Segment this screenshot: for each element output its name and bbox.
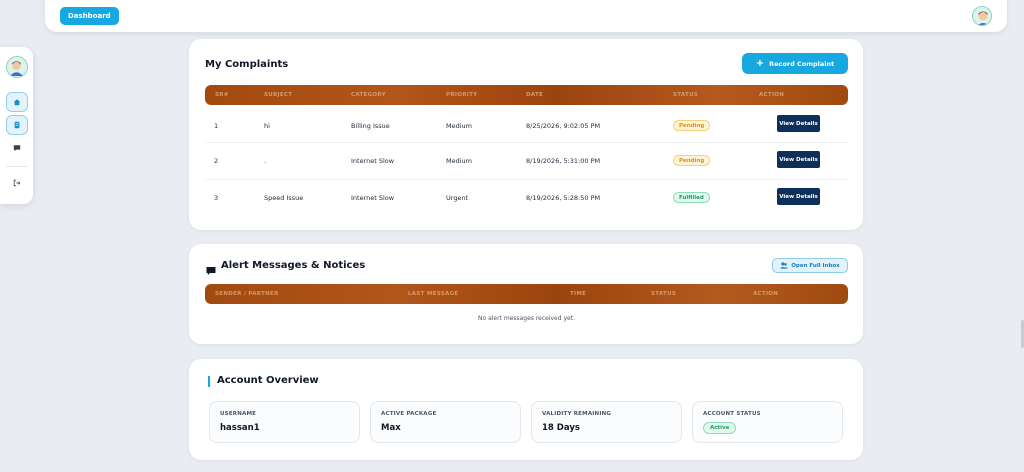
status-badge: Active <box>703 422 737 434</box>
cell-sr: 1 <box>214 122 219 130</box>
title-accent-bar <box>208 376 210 387</box>
column-header: ACTION <box>759 92 785 98</box>
stat-package: ACTIVE PACKAGE Max <box>370 401 521 443</box>
cell-category: Billing Issue <box>351 122 390 130</box>
sidebar-item-logout[interactable] <box>6 173 28 193</box>
column-header: CATEGORY <box>351 92 386 98</box>
record-complaint-button[interactable]: + Record Complaint <box>742 53 848 74</box>
cell-subject: hi <box>264 122 270 130</box>
cell-category: Internet Slow <box>351 157 395 165</box>
account-title: Account Overview <box>217 375 319 386</box>
alerts-title: Alert Messages & Notices <box>221 260 366 271</box>
document-icon <box>14 121 20 129</box>
stat-validity: VALIDITY REMAINING 18 Days <box>531 401 682 443</box>
cell-priority: Medium <box>446 122 472 130</box>
chat-icon <box>206 261 216 280</box>
top-bar: Dashboard <box>45 0 1007 32</box>
logout-icon <box>13 179 21 187</box>
cell-subject: Speed Issue <box>264 194 304 202</box>
sidebar-item-messages[interactable] <box>6 138 28 158</box>
row-divider <box>205 179 848 180</box>
status-badge: Pending <box>673 120 711 131</box>
dashboard-button[interactable]: Dashboard <box>60 7 119 25</box>
stat-account-status: ACCOUNT STATUS Active <box>692 401 843 443</box>
open-inbox-button[interactable]: Open Full Inbox <box>772 258 848 273</box>
column-header: LAST MESSAGE <box>408 291 459 297</box>
cell-date: 8/19/2026, 5:28:50 PM <box>526 194 601 202</box>
cell-priority: Medium <box>446 157 472 165</box>
sidebar <box>0 47 33 204</box>
complaints-table-header: SR# SUBJECT CATEGORY PRIORITY DATE STATU… <box>205 85 848 105</box>
column-header: DATE <box>526 92 544 98</box>
sidebar-item-home[interactable] <box>6 92 28 112</box>
stat-value: Max <box>381 423 401 433</box>
view-details-button[interactable]: View Details <box>777 188 820 205</box>
stat-label: ACCOUNT STATUS <box>703 411 761 417</box>
view-details-button[interactable]: View Details <box>777 151 820 168</box>
cell-sr: 3 <box>214 194 219 202</box>
record-complaint-label: Record Complaint <box>769 59 835 68</box>
stat-username: USERNAME hassan1 <box>209 401 360 443</box>
home-icon <box>13 99 21 106</box>
stat-label: USERNAME <box>220 411 257 417</box>
column-header: ACTION <box>753 291 779 297</box>
users-icon <box>780 262 789 269</box>
column-header: TIME <box>570 291 587 297</box>
avatar-icon <box>978 11 988 25</box>
status-badge: Pending <box>673 155 711 166</box>
alerts-card: Alert Messages & Notices Open Full Inbox… <box>189 244 863 344</box>
status-badge: Fulfilled <box>673 192 710 203</box>
column-header: SENDER / PARTNER <box>215 291 279 297</box>
cell-sr: 2 <box>214 157 219 165</box>
column-header: SUBJECT <box>264 92 293 98</box>
row-divider <box>205 142 848 143</box>
sidebar-divider <box>6 166 28 167</box>
cell-date: 8/25/2026, 9:02:05 PM <box>526 122 601 130</box>
cell-subject: . <box>264 157 267 165</box>
column-header: STATUS <box>673 92 699 98</box>
cell-priority: Urgent <box>446 194 469 202</box>
view-details-button[interactable]: View Details <box>777 115 820 132</box>
sidebar-avatar[interactable] <box>6 56 28 78</box>
plus-icon: + <box>755 57 765 69</box>
user-avatar[interactable] <box>972 6 992 26</box>
cell-category: Internet Slow <box>351 194 395 202</box>
stat-label: VALIDITY REMAINING <box>542 411 612 417</box>
alerts-table-header: SENDER / PARTNER LAST MESSAGE TIME STATU… <box>205 284 848 304</box>
column-header: STATUS <box>651 291 677 297</box>
complaints-card: My Complaints + Record Complaint SR# SUB… <box>189 39 863 230</box>
account-card: Account Overview USERNAME hassan1 ACTIVE… <box>189 359 863 460</box>
chat-icon <box>13 145 21 152</box>
stat-value: 18 Days <box>542 423 580 433</box>
column-header: SR# <box>215 92 229 98</box>
stat-value: hassan1 <box>220 423 260 433</box>
column-header: PRIORITY <box>446 92 478 98</box>
avatar-icon <box>9 61 24 76</box>
empty-message: No alert messages received yet. <box>478 315 575 322</box>
cell-date: 8/19/2026, 5:31:00 PM <box>526 157 601 165</box>
open-inbox-label: Open Full Inbox <box>791 262 840 269</box>
complaints-title: My Complaints <box>205 59 289 70</box>
stat-label: ACTIVE PACKAGE <box>381 411 437 417</box>
sidebar-item-complaints[interactable] <box>6 115 28 135</box>
